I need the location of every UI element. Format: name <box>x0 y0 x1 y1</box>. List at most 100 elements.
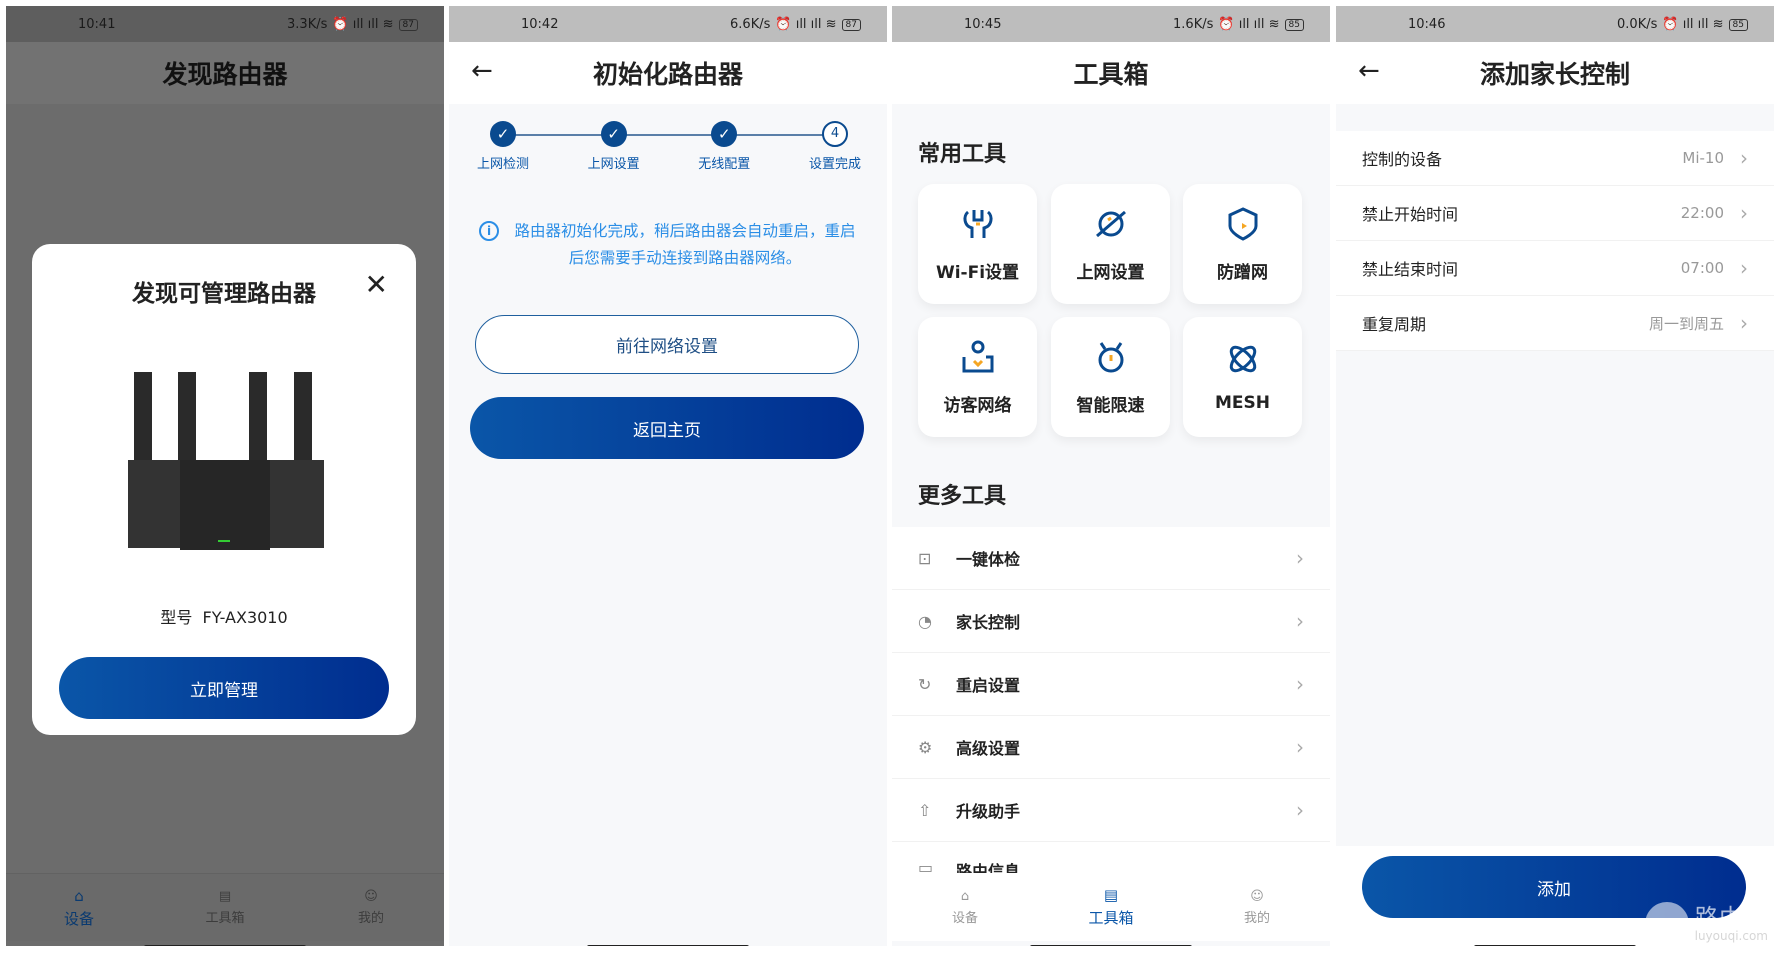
watermark: 路由器 luyouqi.com <box>1644 902 1768 946</box>
model-value: FY-AX3010 <box>202 608 288 627</box>
nav-mine[interactable]: ☺ 我的 <box>331 889 411 926</box>
tool-speed-limit[interactable]: 智能限速 <box>1051 317 1170 437</box>
step-label: 无线配置 <box>698 157 751 172</box>
mesh-icon <box>1229 345 1256 373</box>
close-icon[interactable]: ✕ <box>365 268 388 301</box>
chevron-right-icon: › <box>1740 311 1748 335</box>
net-speed: 0.0K/s <box>1617 17 1658 32</box>
item-label: 高级设置 <box>956 739 1021 758</box>
planet-icon <box>1095 210 1126 237</box>
row-start-time[interactable]: 禁止开始时间 22:00 › <box>1336 186 1774 241</box>
tool-mesh[interactable]: MESH <box>1183 317 1302 437</box>
chevron-right-icon: › <box>1740 201 1748 225</box>
user-icon: ☺ <box>1250 888 1264 904</box>
status-bar: 10:41 3.3K/s ⏰ ıll ıll ≋ 87 <box>6 6 444 42</box>
step-number: 4 <box>821 121 848 147</box>
return-home-button[interactable]: 返回主页 <box>470 397 864 459</box>
list-item-advanced[interactable]: ⚙ 高级设置 › <box>892 716 1330 779</box>
nav-toolbox[interactable]: ▤ 工具箱 <box>1071 886 1151 928</box>
list-item-upgrade[interactable]: ⇧ 升级助手 › <box>892 779 1330 842</box>
router-image <box>128 372 324 550</box>
chevron-right-icon: › <box>1296 546 1304 570</box>
back-arrow-icon[interactable]: ← <box>471 56 493 86</box>
nav-label: 工具箱 <box>205 911 245 926</box>
discover-router-screen: 10:41 3.3K/s ⏰ ıll ıll ≋ 87 发现路由器 ⌂ 设备 ▤ 工具箱 … <box>6 6 444 946</box>
status-time: 10:45 <box>964 17 1002 32</box>
battery-icon: 85 <box>1728 18 1748 31</box>
common-tools-heading: 常用工具 <box>918 142 1007 167</box>
step-3: ✓ 无线配置 <box>684 121 764 172</box>
check-icon: ✓ <box>490 121 516 147</box>
row-repeat[interactable]: 重复周期 周一到周五 › <box>1336 296 1774 351</box>
list-item-restart[interactable]: ↻ 重启设置 › <box>892 653 1330 716</box>
shield-icon <box>1228 206 1257 241</box>
nav-label: 设备 <box>63 909 94 928</box>
nav-mine[interactable]: ☺ 我的 <box>1217 889 1297 926</box>
toolbox-screen: 10:45 1.6K/s ⏰ ıll ıll ≋ 85 工具箱 常用工具 Wi-Fi设… <box>892 6 1330 946</box>
nav-toolbox[interactable]: ▤ 工具箱 <box>185 889 265 926</box>
tool-guest-network[interactable]: 访客网络 <box>918 317 1037 437</box>
nav-devices[interactable]: ⌂ 设备 <box>925 889 1005 926</box>
stepper: ✓ 上网检测 ✓ 上网设置 ✓ 无线配置 4 设置完成 <box>463 121 875 172</box>
watermark-logo-icon <box>1644 902 1689 946</box>
status-time: 10:46 <box>1408 17 1446 32</box>
row-label: 控制的设备 <box>1362 150 1443 169</box>
row-controlled-device[interactable]: 控制的设备 Mi-10 › <box>1336 131 1774 186</box>
watermark-title: 路由器 <box>1694 904 1767 932</box>
toolbox-icon: ▤ <box>218 889 232 904</box>
watermark-url: luyouqi.com <box>1694 929 1768 943</box>
chevron-right-icon: › <box>1740 146 1748 170</box>
checkup-icon: ⊡ <box>918 548 932 568</box>
router-icon: ⌂ <box>74 886 84 905</box>
wifi-tool-icon <box>962 209 993 238</box>
add-parental-control-screen: 10:46 0.0K/s ⏰ ıll ıll ≋ 85 ← 添加家长控制 控制的设备 Mi… <box>1336 6 1774 946</box>
tool-wifi-settings[interactable]: Wi-Fi设置 <box>918 184 1037 304</box>
restart-icon: ↻ <box>918 674 932 694</box>
row-value: 周一到周五 <box>1648 314 1724 333</box>
item-label: 重启设置 <box>956 676 1021 695</box>
upgrade-icon: ⇧ <box>918 800 932 820</box>
status-bar: 10:45 1.6K/s ⏰ ıll ıll ≋ 85 <box>892 6 1330 42</box>
step-4: 4 设置完成 <box>795 121 875 172</box>
tool-internet-settings[interactable]: 上网设置 <box>1051 184 1170 304</box>
home-indicator <box>587 945 749 946</box>
back-arrow-icon[interactable]: ← <box>1358 56 1380 86</box>
nav-label: 设备 <box>951 910 978 926</box>
discover-modal: 发现可管理路由器 ✕ 型号 FY-AX3010 立即管理 <box>32 244 416 735</box>
title-text: 初始化路由器 <box>592 60 743 89</box>
row-value: Mi-10 <box>1682 149 1724 167</box>
step-label: 设置完成 <box>808 157 861 172</box>
model-label: 型号 <box>160 608 193 627</box>
battery-icon: 85 <box>1284 18 1304 31</box>
list-item-parental-control[interactable]: ◔ 家长控制 › <box>892 590 1330 653</box>
item-label: 一键体检 <box>956 550 1021 569</box>
home-indicator <box>1474 945 1636 946</box>
signal-icon: ⏰ ıll ıll ≋ <box>332 17 394 32</box>
nav-label: 工具箱 <box>1088 909 1134 927</box>
row-value: 22:00 <box>1680 204 1724 222</box>
row-end-time[interactable]: 禁止结束时间 07:00 › <box>1336 241 1774 296</box>
chevron-right-icon: › <box>1296 798 1304 822</box>
tool-anti-freeload[interactable]: 防蹭网 <box>1183 184 1302 304</box>
signal-icon: ⏰ ıll ıll ≋ <box>1218 17 1280 32</box>
list-item-checkup[interactable]: ⊡ 一键体检 › <box>892 527 1330 590</box>
nav-devices[interactable]: ⌂ 设备 <box>39 887 119 929</box>
tool-label: 上网设置 <box>1076 262 1145 283</box>
page-title: ← 初始化路由器 <box>449 42 887 104</box>
speed-limit-icon <box>1098 341 1123 372</box>
row-label: 禁止结束时间 <box>1362 260 1459 279</box>
info-message: 路由器初始化完成，稍后路由器会自动重启，重启后您需要手动连接到路由器网络。 <box>514 222 856 267</box>
tool-label: MESH <box>1214 393 1270 413</box>
parental-icon: ◔ <box>918 611 932 631</box>
battery-icon: 87 <box>841 18 861 31</box>
nav-label: 我的 <box>357 911 384 926</box>
watermark-text: 路由器 luyouqi.com <box>1695 906 1768 942</box>
model-info: 型号 FY-AX3010 <box>32 604 416 628</box>
go-network-settings-button[interactable]: 前往网络设置 <box>475 315 859 374</box>
net-speed: 1.6K/s <box>1173 17 1214 32</box>
battery-icon: 87 <box>398 18 418 31</box>
home-indicator <box>144 945 306 946</box>
init-router-screen: 10:42 6.6K/s ⏰ ıll ıll ≋ 87 ← 初始化路由器 ✓ 上网检测 ✓… <box>449 6 887 946</box>
manage-now-button[interactable]: 立即管理 <box>59 657 389 719</box>
router-icon: ⌂ <box>960 888 970 904</box>
